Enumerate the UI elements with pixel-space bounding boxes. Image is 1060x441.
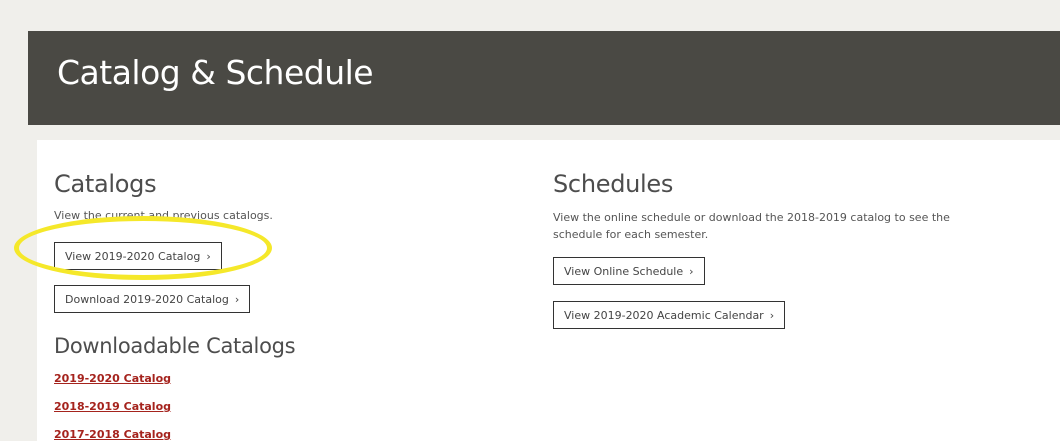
- chevron-right-icon: ›: [689, 264, 694, 278]
- schedules-heading: Schedules: [553, 170, 674, 198]
- catalog-link-2019-2020[interactable]: 2019-2020 Catalog: [54, 372, 171, 385]
- view-academic-calendar-label: View 2019-2020 Academic Calendar: [564, 308, 764, 322]
- catalog-link-2018-2019[interactable]: 2018-2019 Catalog: [54, 400, 171, 413]
- page-header: Catalog & Schedule: [28, 31, 1060, 125]
- download-catalog-button[interactable]: Download 2019-2020 Catalog ›: [54, 285, 251, 313]
- catalog-link-2017-2018[interactable]: 2017-2018 Catalog: [54, 428, 171, 441]
- chevron-right-icon: ›: [769, 308, 775, 322]
- view-online-schedule-label: View Online Schedule: [564, 264, 684, 278]
- view-catalog-button[interactable]: View 2019-2020 Catalog ›: [54, 242, 222, 270]
- chevron-right-icon: ›: [234, 292, 240, 306]
- download-catalog-label: Download 2019-2020 Catalog: [65, 292, 229, 306]
- downloadable-catalogs-heading: Downloadable Catalogs: [54, 334, 296, 358]
- catalogs-description: View the current and previous catalogs.: [54, 209, 273, 222]
- chevron-right-icon: ›: [206, 249, 211, 263]
- view-academic-calendar-button[interactable]: View 2019-2020 Academic Calendar ›: [553, 301, 786, 329]
- catalogs-heading: Catalogs: [54, 170, 157, 198]
- view-catalog-label: View 2019-2020 Catalog: [65, 249, 201, 263]
- schedules-description: View the online schedule or download the…: [553, 211, 950, 241]
- view-online-schedule-button[interactable]: View Online Schedule ›: [553, 257, 705, 285]
- content-card: Catalogs View the current and previous c…: [37, 140, 1060, 441]
- page-title: Catalog & Schedule: [57, 53, 374, 92]
